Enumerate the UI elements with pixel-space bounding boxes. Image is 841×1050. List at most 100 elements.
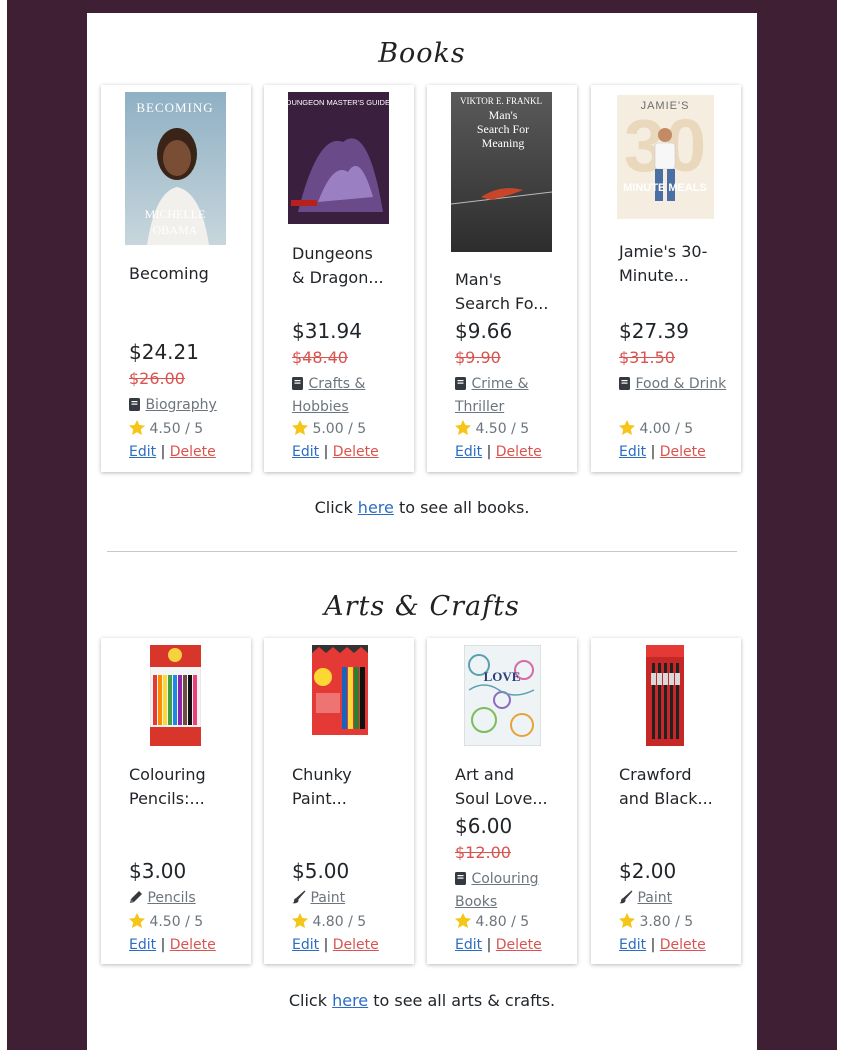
arts-row: Colouring Pencils:... $3.00 Pencils 4.50… [101, 638, 743, 1028]
book-cover-image[interactable]: 30 JAMIE'S MINUTE MEALS [617, 95, 714, 219]
edit-link[interactable]: Edit [292, 444, 319, 460]
product-title[interactable]: Becoming [129, 262, 229, 286]
star-icon [619, 420, 635, 439]
svg-text:LOVE: LOVE [484, 669, 521, 684]
edit-link[interactable]: Edit [455, 444, 482, 460]
product-old-price: $12.00 [455, 843, 511, 862]
arts-section-title: Arts & Crafts [324, 591, 520, 622]
product-category: Colouring Books [455, 869, 570, 913]
product-title[interactable]: Jamie's 30- Minute... [619, 240, 719, 288]
product-old-price: $26.00 [129, 369, 185, 388]
star-icon [619, 913, 635, 932]
product-image[interactable] [312, 645, 368, 746]
product-title[interactable]: Colouring Pencils:... [129, 763, 229, 811]
delete-link[interactable]: Delete [496, 444, 542, 460]
book-cover-image[interactable]: VIKTOR E. FRANKL Man's Search For Meanin… [451, 92, 552, 252]
edit-link[interactable]: Edit [129, 937, 156, 953]
category-link[interactable]: Paint [310, 890, 345, 906]
edit-link[interactable]: Edit [455, 937, 482, 953]
svg-text:Search For: Search For [477, 122, 529, 136]
book-cover-image[interactable]: DUNGEON MASTER'S GUIDE [288, 92, 389, 224]
star-icon [455, 913, 471, 932]
edit-link[interactable]: Edit [619, 444, 646, 460]
product-title[interactable]: Dungeons & Dragon... [292, 242, 392, 290]
see-all-prefix: Click [288, 991, 333, 1010]
see-all-books: Click here to see all books. [87, 498, 757, 517]
see-all-suffix: to see all books. [393, 498, 530, 517]
book-icon [455, 376, 467, 397]
product-image[interactable]: LOVE [464, 645, 541, 746]
product-actions: Edit | Delete [292, 937, 379, 953]
rating-value: 4.50 / 5 [475, 421, 530, 437]
product-title[interactable]: Crawford and Black... [619, 763, 719, 811]
product-card: LOVE Art and Soul Love... $6.00 $12.00 C… [427, 638, 577, 964]
category-link[interactable]: Biography [145, 397, 216, 413]
product-actions: Edit | Delete [455, 937, 542, 953]
delete-link[interactable]: Delete [660, 937, 706, 953]
product-rating: 4.80 / 5 [292, 913, 366, 932]
product-rating: 4.80 / 5 [455, 913, 529, 932]
product-card: BECOMING MICHELLE OBAMA Becoming $24.21 … [101, 85, 251, 472]
delete-link[interactable]: Delete [170, 937, 216, 953]
delete-link[interactable]: Delete [660, 444, 706, 460]
svg-text:BECOMING: BECOMING [136, 100, 213, 115]
see-all-suffix: to see all arts & crafts. [368, 991, 556, 1010]
rating-value: 4.50 / 5 [149, 914, 204, 930]
category-link[interactable]: Pencils [147, 890, 195, 906]
delete-link[interactable]: Delete [170, 444, 216, 460]
delete-link[interactable]: Delete [496, 937, 542, 953]
rating-value: 3.80 / 5 [639, 914, 694, 930]
see-all-books-link[interactable]: here [358, 498, 394, 517]
product-actions: Edit | Delete [619, 937, 706, 953]
product-rating: 4.50 / 5 [129, 913, 203, 932]
product-old-price: $48.40 [292, 348, 348, 367]
edit-link[interactable]: Edit [129, 444, 156, 460]
product-category: Pencils [129, 888, 244, 911]
edit-link[interactable]: Edit [292, 937, 319, 953]
paint-brush-icon [292, 890, 306, 911]
product-rating: 4.50 / 5 [129, 420, 203, 439]
product-category: Food & Drink [619, 374, 734, 397]
product-actions: Edit | Delete [292, 444, 379, 460]
category-link[interactable]: Food & Drink [635, 376, 726, 392]
svg-text:Man's: Man's [489, 108, 518, 122]
star-icon [292, 913, 308, 932]
product-image[interactable] [150, 645, 201, 746]
product-actions: Edit | Delete [619, 444, 706, 460]
product-price: $24.21 [129, 340, 199, 364]
product-rating: 5.00 / 5 [292, 420, 366, 439]
paint-brush-icon [619, 890, 633, 911]
book-cover-image[interactable]: BECOMING MICHELLE OBAMA [125, 92, 226, 245]
product-price: $9.66 [455, 319, 513, 343]
book-icon [619, 376, 631, 397]
see-all-prefix: Click [314, 498, 358, 517]
category-link[interactable]: Colouring Books [455, 871, 539, 910]
product-title[interactable]: Chunky Paint... [292, 763, 392, 811]
star-icon [129, 913, 145, 932]
see-all-arts: Click here to see all arts & crafts. [87, 991, 757, 1010]
svg-text:JAMIE'S: JAMIE'S [641, 100, 690, 112]
section-divider [107, 551, 737, 552]
product-card: VIKTOR E. FRANKL Man's Search For Meanin… [427, 85, 577, 472]
product-card: Crawford and Black... $2.00 Paint 3.80 /… [591, 638, 741, 964]
product-old-price: $9.90 [455, 348, 501, 367]
product-title[interactable]: Man's Search Fo... [455, 268, 555, 316]
product-rating: 3.80 / 5 [619, 913, 693, 932]
product-title[interactable]: Art and Soul Love... [455, 763, 555, 811]
product-category: Crime & Thriller [455, 374, 570, 418]
product-rating: 4.50 / 5 [455, 420, 529, 439]
product-card: 30 JAMIE'S MINUTE MEALS Jamie's 30- Minu… [591, 85, 741, 472]
rating-value: 5.00 / 5 [312, 421, 367, 437]
svg-text:MINUTE MEALS: MINUTE MEALS [623, 182, 707, 194]
see-all-arts-link[interactable]: here [332, 991, 368, 1010]
star-icon [292, 420, 308, 439]
product-old-price: $31.50 [619, 348, 675, 367]
svg-text:MICHELLE: MICHELLE [145, 207, 206, 221]
product-image[interactable] [646, 645, 684, 746]
category-link[interactable]: Paint [637, 890, 672, 906]
product-price: $6.00 [455, 814, 513, 838]
delete-link[interactable]: Delete [333, 444, 379, 460]
books-section-title: Books [378, 38, 466, 69]
edit-link[interactable]: Edit [619, 937, 646, 953]
delete-link[interactable]: Delete [333, 937, 379, 953]
